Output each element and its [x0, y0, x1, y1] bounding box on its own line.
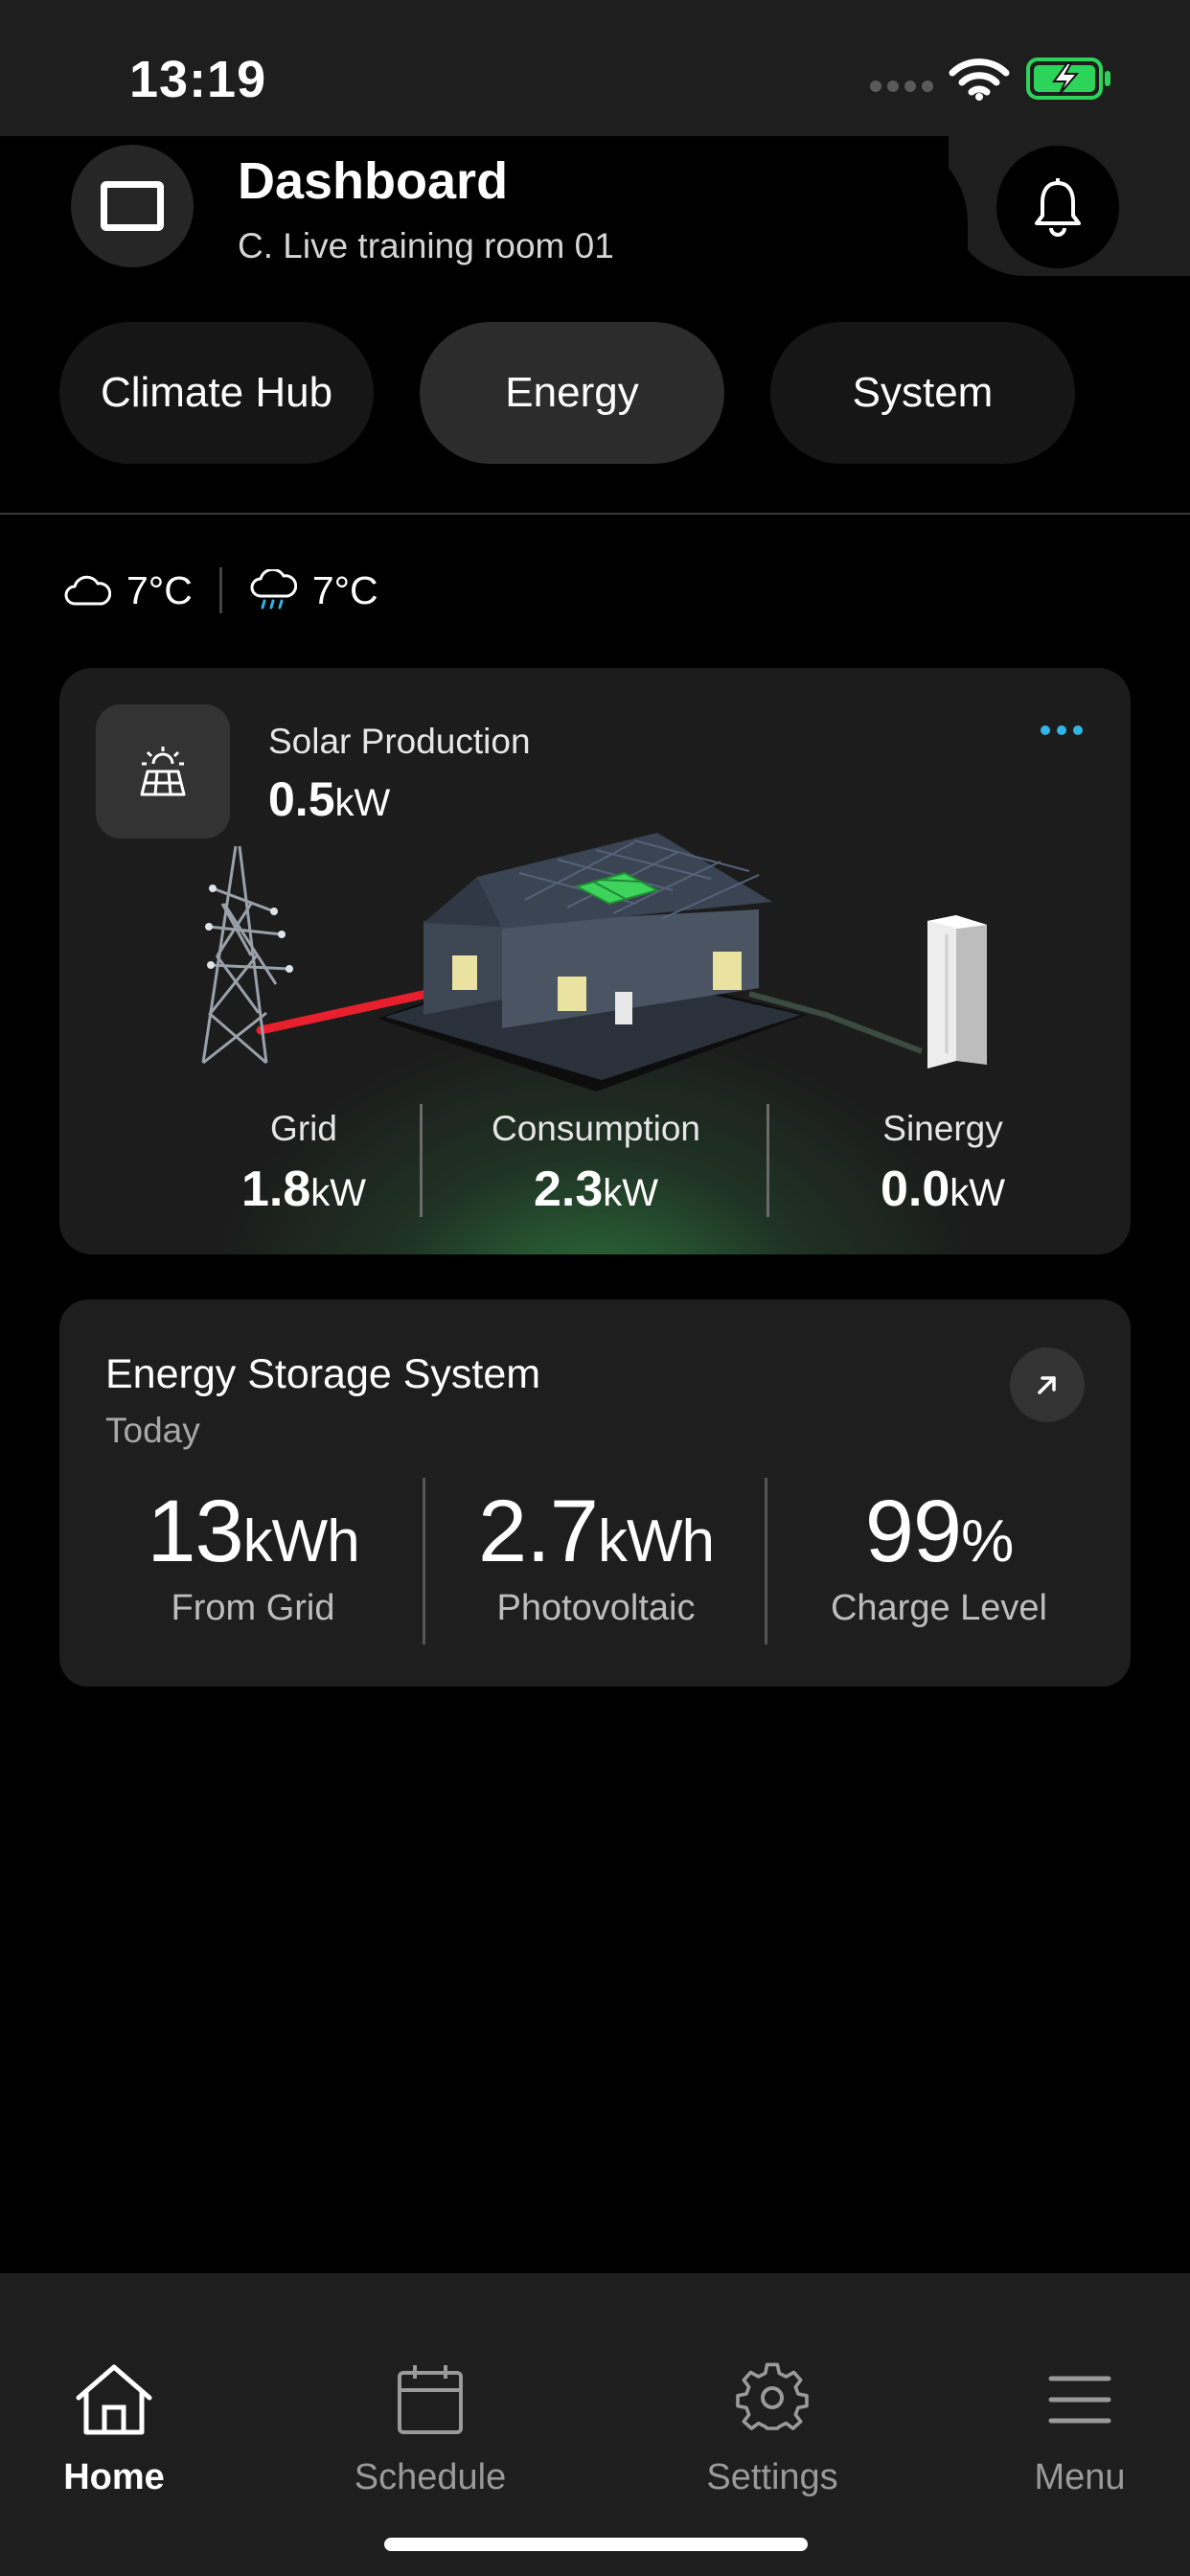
weather-separator: [218, 567, 222, 613]
nav-settings-label: Settings: [706, 2457, 838, 2497]
solar-production-card[interactable]: Solar Production 0.5kW Grid 1.8kW Consum…: [59, 668, 1131, 1254]
cloud-icon: [64, 575, 111, 606]
consumption-value-number: 2.3: [533, 1162, 604, 1217]
solar-production-value: 0.5kW: [268, 771, 390, 827]
photovoltaic-unit: kWh: [597, 1508, 715, 1575]
solar-value-unit: kW: [334, 782, 391, 824]
stat-divider: [767, 1104, 769, 1217]
weather-temp-forecast: 7°C: [311, 567, 378, 612]
wifi-icon: [949, 58, 1010, 101]
consumption-value: 2.3kW: [423, 1161, 768, 1218]
sinergy-label: Sinergy: [882, 1109, 1003, 1148]
page-title: Dashboard: [238, 152, 509, 210]
photovoltaic-stat: 2.7kWh Photovoltaic: [425, 1482, 767, 1629]
photovoltaic-caption: Photovoltaic: [496, 1588, 696, 1628]
nav-menu-label: Menu: [1034, 2457, 1126, 2497]
weather-temp-current: 7°C: [126, 567, 193, 612]
status-bar: 13:19: [0, 0, 1190, 139]
from-grid-caption: From Grid: [171, 1588, 335, 1628]
grid-value-number: 1.8: [240, 1162, 311, 1217]
weather-summary: 7°C 7°C: [63, 562, 378, 619]
charge-level-stat: 99% Charge Level: [768, 1482, 1110, 1629]
nav-settings[interactable]: Settings: [667, 2361, 878, 2498]
notifications-button[interactable]: [996, 146, 1119, 268]
calendar-icon: [398, 2365, 463, 2434]
sinergy-value-number: 0.0: [880, 1162, 950, 1217]
ess-title: Energy Storage System: [105, 1351, 541, 1397]
charge-level-value: 99%: [768, 1482, 1110, 1582]
arrow-up-right-icon: [1038, 1376, 1056, 1394]
app-logo-button[interactable]: [71, 145, 194, 267]
rain-cloud-icon: [250, 569, 297, 610]
from-grid-stat: 13kWh From Grid: [82, 1482, 423, 1629]
ess-divider: [765, 1478, 767, 1644]
grid-value-unit: kW: [310, 1172, 367, 1214]
nav-schedule-label: Schedule: [354, 2457, 507, 2497]
charge-level-number: 99: [864, 1483, 962, 1580]
photovoltaic-number: 2.7: [478, 1483, 599, 1580]
photovoltaic-value: 2.7kWh: [425, 1482, 767, 1582]
charge-level-unit: %: [961, 1508, 1014, 1575]
home-icon: [76, 2364, 152, 2435]
tab-system[interactable]: System: [770, 322, 1075, 464]
open-details-button[interactable]: [1010, 1347, 1085, 1422]
sinergy-stat: Sinergy 0.0kW: [770, 1109, 1115, 1218]
charge-level-caption: Charge Level: [830, 1588, 1048, 1628]
tab-climate-hub[interactable]: Climate Hub: [59, 322, 374, 464]
more-options-icon[interactable]: [1041, 725, 1083, 735]
solar-panel-icon: [96, 704, 230, 839]
battery-charging-icon: [1026, 58, 1110, 100]
energy-storage-card[interactable]: Energy Storage System Today 13kWh From G…: [59, 1300, 1131, 1687]
nav-home[interactable]: Home: [9, 2361, 219, 2498]
gear-icon: [736, 2362, 809, 2430]
screen-icon: [101, 181, 164, 231]
status-time: 13:19: [129, 51, 267, 108]
consumption-value-unit: kW: [603, 1172, 659, 1214]
cellular-signal-icon: [870, 80, 933, 92]
bottom-navigation: Home Schedule Settings Menu: [0, 2273, 1190, 2576]
hamburger-menu-icon: [1048, 2376, 1111, 2424]
from-grid-value: 13kWh: [82, 1482, 423, 1582]
ess-period: Today: [105, 1411, 200, 1450]
nav-menu[interactable]: Menu: [974, 2361, 1185, 2498]
home-indicator[interactable]: [384, 2538, 808, 2551]
consumption-stat: Consumption 2.3kW: [423, 1109, 768, 1218]
from-grid-unit: kWh: [242, 1508, 360, 1575]
tab-energy[interactable]: Energy: [420, 322, 724, 464]
bell-icon: [1035, 178, 1081, 237]
stat-divider: [420, 1104, 423, 1217]
sinergy-value: 0.0kW: [770, 1161, 1115, 1218]
location-subtitle[interactable]: C. Live training room 01: [238, 226, 614, 266]
from-grid-number: 13: [147, 1483, 243, 1580]
nav-schedule[interactable]: Schedule: [325, 2361, 536, 2498]
sinergy-value-unit: kW: [950, 1172, 1006, 1214]
consumption-label: Consumption: [491, 1109, 700, 1148]
solar-value-number: 0.5: [268, 772, 335, 826]
solar-production-label: Solar Production: [268, 722, 531, 761]
nav-home-label: Home: [63, 2457, 165, 2497]
divider: [0, 513, 1190, 515]
